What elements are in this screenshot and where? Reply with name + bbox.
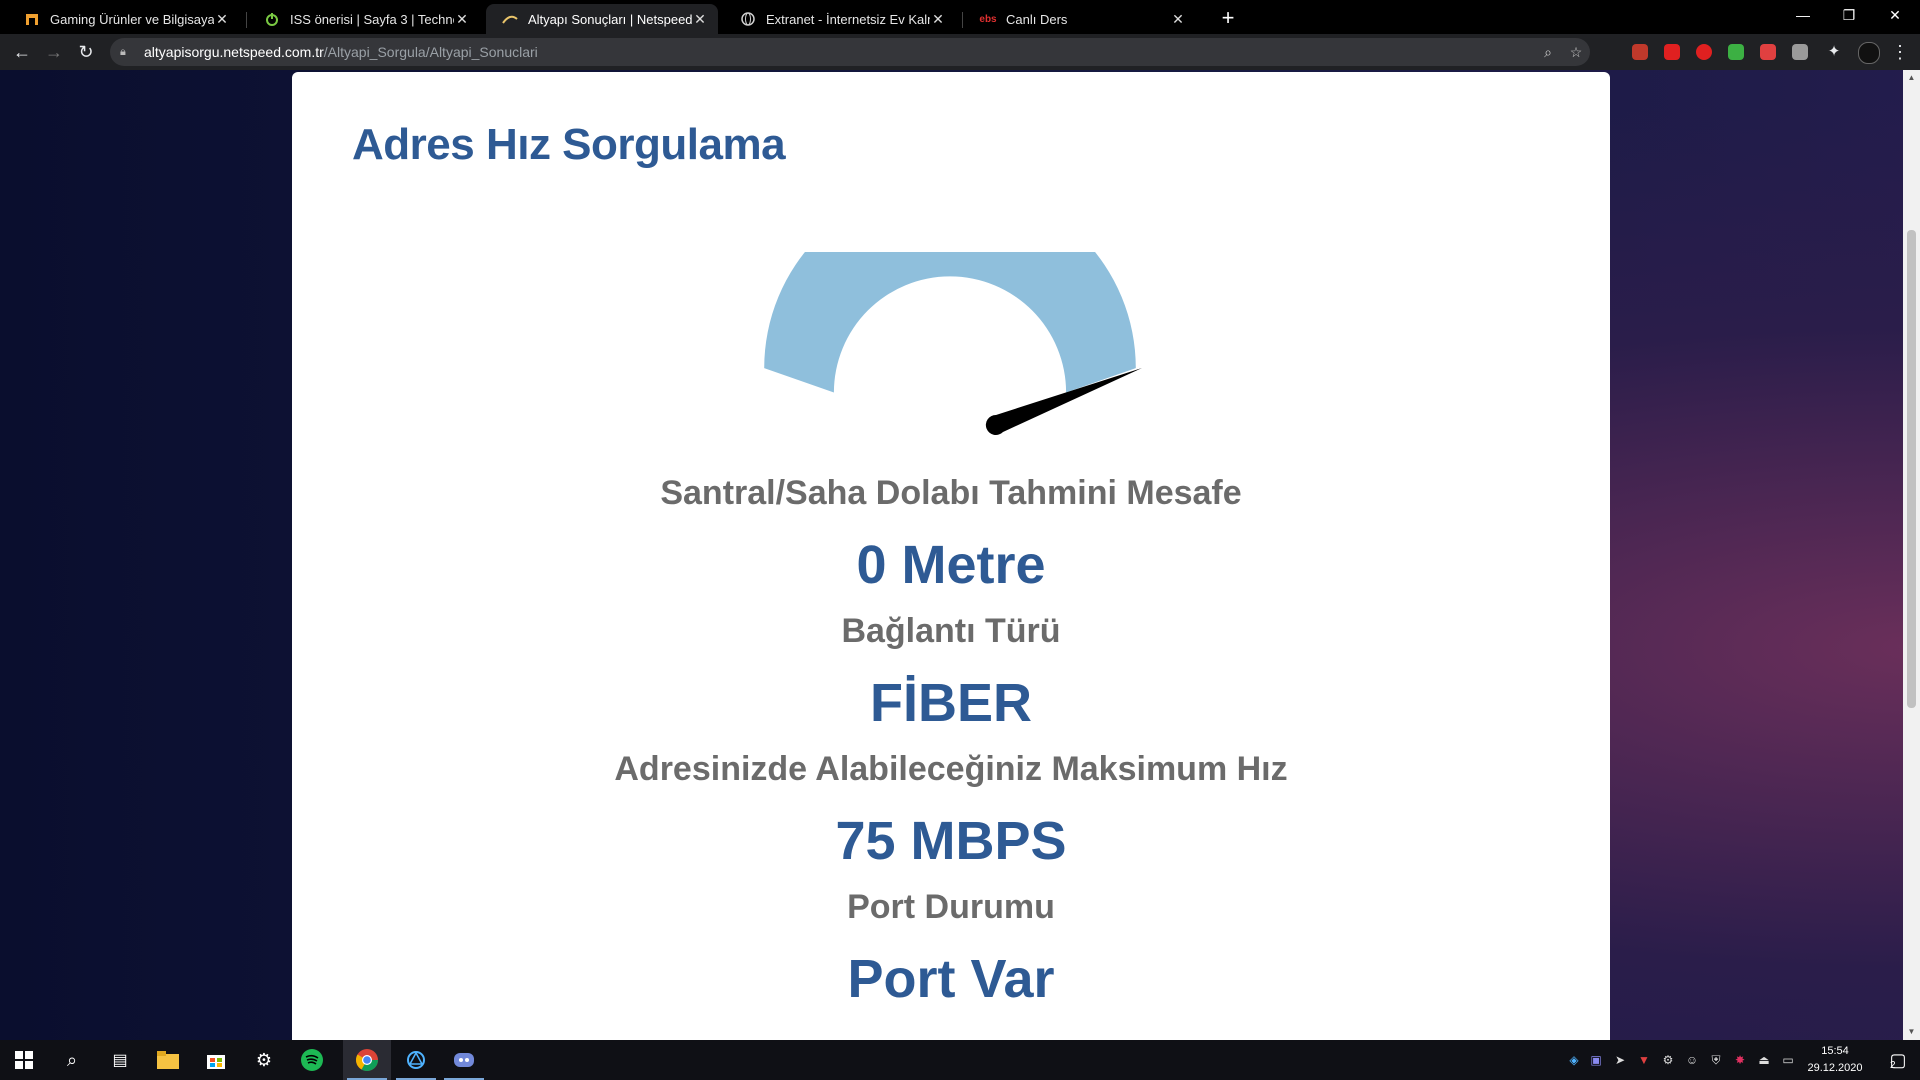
address-bar[interactable]: 🔒︎ altyapisorgu.netspeed.com.tr/Altyapi_…: [110, 38, 1590, 66]
distance-label: Santral/Saha Dolabı Tahmini Mesafe: [660, 474, 1242, 512]
max-speed-value: 75 MBPS: [835, 811, 1067, 871]
tab-title: Canlı Ders: [1006, 11, 1068, 27]
battlenet-icon[interactable]: [392, 1040, 440, 1080]
port-status-value: Port Var: [847, 949, 1055, 1009]
gauge-arc: [764, 252, 1136, 393]
tab-divider: [246, 12, 247, 28]
lock-icon: 🔒︎: [120, 45, 126, 58]
new-tab-button[interactable]: +: [1214, 4, 1242, 32]
gauge-needle: [985, 368, 1142, 435]
tab-divider: [962, 12, 963, 28]
windows-taskbar: ⌕ ▤ ⚙ ◈ ▣ ➤ ▼ ⚙ ☺ ⛨ ✸ ⏏ ▭ 15:54 29.12.20…: [0, 1040, 1920, 1080]
extension-screenshot-icon[interactable]: [1792, 44, 1808, 60]
extension-shield-icon[interactable]: [1728, 44, 1744, 60]
browser-toolbar: ← → ↻ 🔒︎ altyapisorgu.netspeed.com.tr/Al…: [0, 34, 1920, 70]
file-explorer-icon[interactable]: [144, 1040, 192, 1080]
tab-title: Gaming Ürünler ve Bilgisayar Bile: [50, 11, 214, 27]
extension-video-icon[interactable]: [1664, 44, 1680, 60]
minimize-icon[interactable]: —: [1780, 0, 1826, 30]
profile-avatar-icon[interactable]: [1858, 42, 1880, 64]
tray-display-icon[interactable]: ▣: [1588, 1052, 1604, 1068]
reload-icon[interactable]: ↻: [72, 38, 100, 66]
page-viewport: Adres Hız Sorgulama Santral/Saha Dolabı …: [0, 70, 1920, 1040]
search-icon[interactable]: ⌕: [48, 1040, 96, 1080]
close-icon[interactable]: ✕: [1170, 11, 1186, 28]
extension-pocket-icon[interactable]: [1760, 44, 1776, 60]
menu-kebab-icon[interactable]: ⋮: [1886, 38, 1914, 66]
close-icon[interactable]: ✕: [454, 11, 470, 28]
notification-center-icon[interactable]: ▢: [1878, 1040, 1918, 1080]
notification-count: 2: [1890, 1060, 1896, 1071]
connection-type-value: FİBER: [870, 673, 1032, 733]
url-path: /Altyapi_Sorgula/Altyapi_Sonuclari: [323, 44, 538, 60]
close-icon[interactable]: ✕: [930, 11, 946, 28]
max-speed-label: Adresinizde Alabileceğiniz Maksimum Hız: [614, 750, 1288, 788]
close-icon[interactable]: ✕: [214, 11, 230, 28]
tray-battlenet-icon[interactable]: ◈: [1566, 1052, 1582, 1068]
extensions-puzzle-icon[interactable]: ✦: [1820, 38, 1848, 66]
close-icon[interactable]: ✕: [692, 11, 708, 28]
extension-ublock-icon[interactable]: [1632, 44, 1648, 60]
tray-nvidia-icon[interactable]: ▼: [1636, 1052, 1652, 1068]
restore-icon[interactable]: ❐: [1826, 0, 1872, 30]
bookmark-star-icon[interactable]: ☆: [1562, 38, 1590, 66]
distance-value: 0 Metre: [856, 535, 1046, 595]
port-status-label: Port Durumu: [847, 888, 1055, 926]
tab-gaming[interactable]: Gaming Ürünler ve Bilgisayar Bile ✕: [8, 4, 240, 34]
back-icon[interactable]: ←: [8, 38, 36, 66]
tab-technopat[interactable]: ISS önerisi | Sayfa 3 | Technopat S ✕: [248, 4, 480, 34]
tab-strip: Gaming Ürünler ve Bilgisayar Bile ✕ ISS …: [0, 0, 1920, 34]
settings-gear-icon[interactable]: ⚙: [240, 1040, 288, 1080]
url-host: altyapisorgu.netspeed.com.tr: [144, 44, 324, 60]
tab-title: ISS önerisi | Sayfa 3 | Technopat S: [290, 11, 454, 27]
tray-steam-icon[interactable]: ⚙: [1660, 1052, 1676, 1068]
store-icon: [24, 11, 40, 27]
chrome-icon[interactable]: [343, 1040, 391, 1080]
discord-icon[interactable]: [440, 1040, 488, 1080]
tray-usb-icon[interactable]: ⏏: [1756, 1052, 1772, 1068]
power-icon: [264, 11, 280, 27]
tab-canli-ders[interactable]: ebs Canlı Ders ✕: [964, 4, 1196, 34]
tray-cursor-icon[interactable]: ➤: [1612, 1052, 1628, 1068]
scroll-up-arrow-icon[interactable]: ▲: [1903, 70, 1920, 86]
tab-extranet[interactable]: Extranet - İnternetsiz Ev Kalmasın ✕: [724, 4, 956, 34]
page-scrollbar[interactable]: ▲ ▼: [1903, 70, 1920, 1040]
ebs-icon: ebs: [979, 13, 997, 25]
page-title: Adres Hız Sorgulama: [352, 120, 786, 169]
scroll-down-arrow-icon[interactable]: ▼: [1903, 1024, 1920, 1040]
scroll-thumb[interactable]: [1907, 230, 1916, 708]
netspeed-icon: [502, 11, 518, 27]
tray-discord-icon[interactable]: ☺: [1684, 1052, 1700, 1068]
result-card: Adres Hız Sorgulama Santral/Saha Dolabı …: [292, 72, 1610, 1040]
taskbar-clock[interactable]: 15:54 29.12.2020: [1800, 1043, 1870, 1077]
clock-time: 15:54: [1821, 1045, 1849, 1057]
extension-stop-icon[interactable]: [1696, 44, 1712, 60]
store-bag-icon[interactable]: [192, 1040, 240, 1080]
tab-title: Altyapı Sonuçları | Netspeed: [528, 11, 692, 27]
windows-start-icon[interactable]: [0, 1040, 48, 1080]
connection-type-label: Bağlantı Türü: [841, 612, 1061, 650]
speed-gauge: [764, 252, 1142, 435]
tab-netspeed[interactable]: Altyapı Sonuçları | Netspeed ✕: [486, 4, 718, 34]
close-window-icon[interactable]: ✕: [1872, 0, 1918, 30]
zoom-icon[interactable]: ⌕: [1534, 38, 1562, 66]
tray-razer-icon[interactable]: ✸: [1732, 1052, 1748, 1068]
tab-title: Extranet - İnternetsiz Ev Kalmasın: [766, 11, 930, 27]
globe-icon: [740, 11, 756, 27]
tray-network-adapter-icon[interactable]: ⛨: [1708, 1052, 1724, 1068]
spotify-icon[interactable]: [288, 1040, 336, 1080]
task-view-icon[interactable]: ▤: [96, 1040, 144, 1080]
forward-icon[interactable]: →: [40, 38, 68, 66]
clock-date: 29.12.2020: [1807, 1062, 1863, 1074]
